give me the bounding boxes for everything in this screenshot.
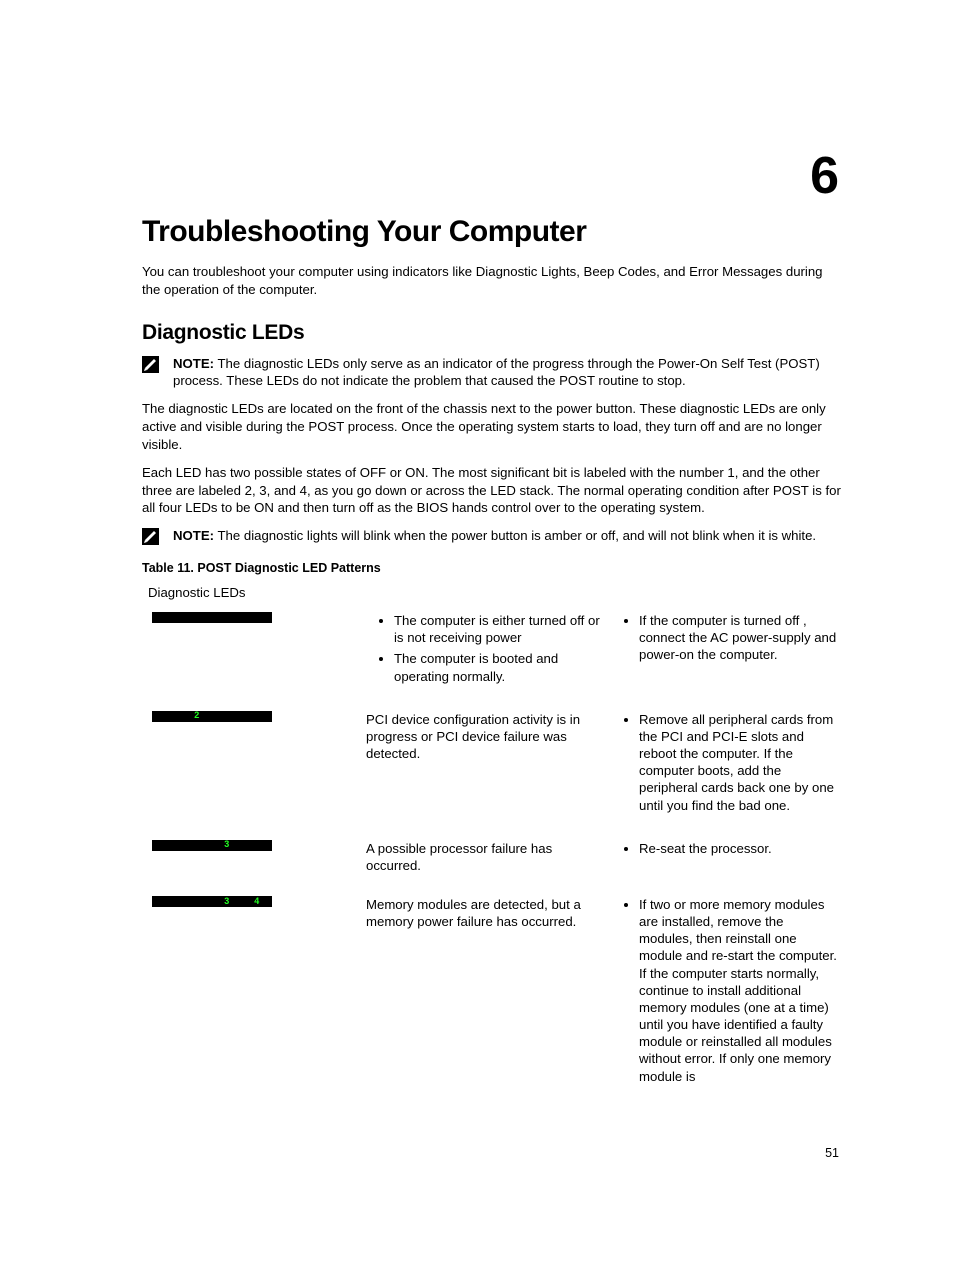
led-pattern: 3: [152, 840, 272, 851]
diagnostic-led-table: The computer is either turned off or is …: [142, 608, 843, 1107]
description-text: A possible processor failure has occurre…: [362, 836, 607, 892]
note-label: NOTE:: [173, 356, 214, 371]
note-text-2: NOTE: The diagnostic lights will blink w…: [173, 527, 843, 545]
page-title: Troubleshooting Your Computer: [142, 215, 843, 249]
page-number: 51: [825, 1146, 839, 1160]
description-text: PCI device configuration activity is in …: [362, 707, 607, 836]
led-segment-1: [152, 840, 182, 851]
list-item: If two or more memory modules are instal…: [639, 896, 839, 1085]
led-segment-4: [242, 612, 272, 623]
action-list: If the computer is turned off , connect …: [611, 612, 839, 663]
led-segment-3: [212, 612, 242, 623]
note-block-2: NOTE: The diagnostic lights will blink w…: [142, 527, 843, 545]
led-segment-2: [182, 612, 212, 623]
section-heading: Diagnostic LEDs: [142, 321, 843, 345]
led-segment-3: 3: [212, 896, 242, 907]
table-row: 2 PCI device configuration activity is in…: [142, 707, 843, 836]
led-segment-1: [152, 711, 182, 722]
action-list: If two or more memory modules are instal…: [611, 896, 839, 1085]
description-list: The computer is either turned off or is …: [366, 612, 603, 685]
led-pattern: 34: [152, 896, 272, 907]
body-paragraph-2: Each LED has two possible states of OFF …: [142, 464, 843, 517]
note-text-1: NOTE: The diagnostic LEDs only serve as …: [173, 355, 843, 391]
led-segment-2: 2: [182, 711, 212, 722]
led-segment-4: 4: [242, 896, 272, 907]
action-list: Re-seat the processor.: [611, 840, 839, 857]
table-caption: Table 11. POST Diagnostic LED Patterns: [142, 561, 843, 575]
list-item: Remove all peripheral cards from the PCI…: [639, 711, 839, 814]
list-item: The computer is either turned off or is …: [394, 612, 603, 646]
led-segment-4: [242, 840, 272, 851]
list-item: The computer is booted and operating nor…: [394, 650, 603, 684]
body-paragraph-1: The diagnostic LEDs are located on the f…: [142, 400, 843, 453]
action-list: Remove all peripheral cards from the PCI…: [611, 711, 839, 814]
note-icon: [142, 528, 159, 545]
led-segment-2: [182, 840, 212, 851]
list-item: If the computer is turned off , connect …: [639, 612, 839, 663]
led-segment-1: [152, 612, 182, 623]
chapter-number: 6: [810, 150, 839, 202]
note-icon: [142, 356, 159, 373]
table-header: Diagnostic LEDs: [148, 585, 843, 600]
list-item: Re-seat the processor.: [639, 840, 839, 857]
note-label: NOTE:: [173, 528, 214, 543]
led-pattern: [152, 612, 272, 623]
led-segment-3: 3: [212, 840, 242, 851]
note-body-1: The diagnostic LEDs only serve as an ind…: [173, 356, 820, 389]
led-segment-4: [242, 711, 272, 722]
table-row: The computer is either turned off or is …: [142, 608, 843, 707]
description-text: Memory modules are detected, but a memor…: [362, 892, 607, 1107]
led-segment-2: [182, 896, 212, 907]
table-row: 3 A possible processor failure has occurr…: [142, 836, 843, 892]
note-body-2: The diagnostic lights will blink when th…: [217, 528, 816, 543]
led-segment-3: [212, 711, 242, 722]
led-segment-1: [152, 896, 182, 907]
intro-paragraph: You can troubleshoot your computer using…: [142, 263, 843, 299]
note-block-1: NOTE: The diagnostic LEDs only serve as …: [142, 355, 843, 391]
led-pattern: 2: [152, 711, 272, 722]
table-row: 34 Memory modules are detected, but a mem…: [142, 892, 843, 1107]
